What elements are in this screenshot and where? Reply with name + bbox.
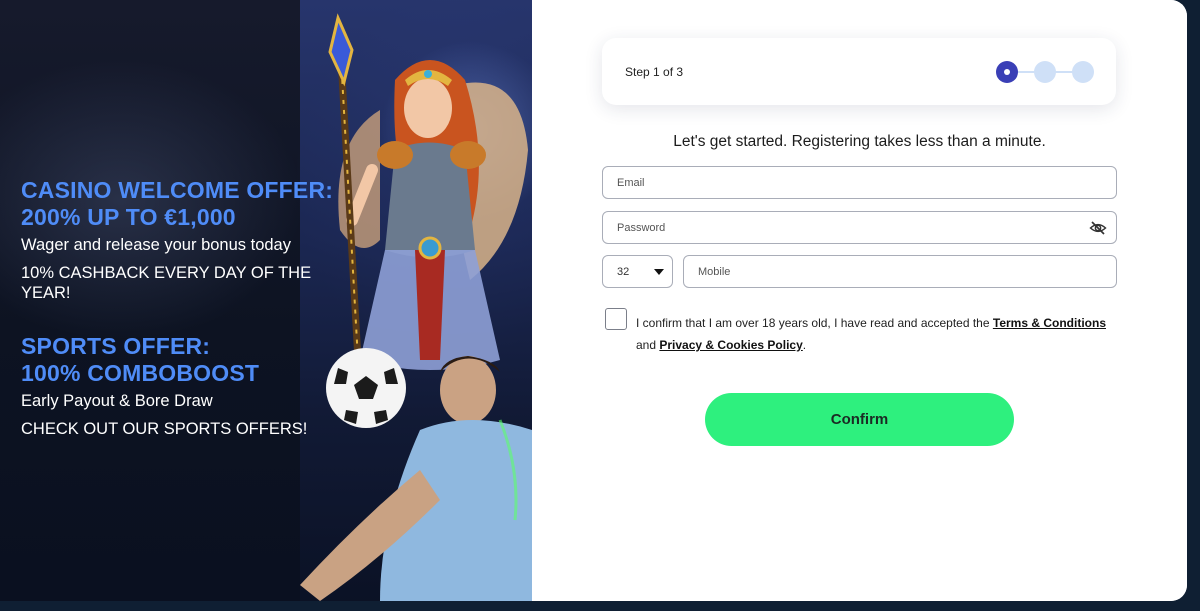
email-input[interactable] bbox=[603, 167, 1116, 198]
phone-prefix-value: 32 bbox=[617, 265, 630, 278]
sports-offer-title-line2: 100% COMBOBOOST bbox=[21, 360, 260, 386]
step-dot-2 bbox=[1034, 61, 1056, 83]
password-field bbox=[602, 211, 1117, 244]
sports-offer-line1: Early Payout & Bore Draw bbox=[21, 392, 213, 410]
casino-offer-title-line2: 200% UP TO €1,000 bbox=[21, 204, 236, 230]
consent-text: I confirm that I am over 18 years old, I… bbox=[636, 312, 1136, 356]
promo-text: CASINO WELCOME OFFER: 200% UP TO €1,000 … bbox=[21, 177, 351, 439]
step-dot-1 bbox=[996, 61, 1018, 83]
registration-modal: CASINO WELCOME OFFER: 200% UP TO €1,000 … bbox=[0, 0, 1187, 601]
promo-panel: CASINO WELCOME OFFER: 200% UP TO €1,000 … bbox=[0, 0, 532, 601]
eye-off-icon[interactable] bbox=[1088, 219, 1108, 237]
consent-text-2: and bbox=[636, 338, 657, 352]
intro-text: Let's get started. Registering takes les… bbox=[673, 133, 1046, 150]
terms-link[interactable]: Terms & Conditions bbox=[993, 316, 1106, 330]
casino-offer: CASINO WELCOME OFFER: 200% UP TO €1,000 … bbox=[21, 177, 351, 303]
registration-form: Step 1 of 3 Let's get started. Registeri… bbox=[532, 0, 1187, 601]
step-indicator-card: Step 1 of 3 bbox=[602, 38, 1116, 105]
privacy-link[interactable]: Privacy & Cookies Policy bbox=[659, 338, 802, 352]
mobile-field bbox=[683, 255, 1117, 288]
sports-offer: SPORTS OFFER: 100% COMBOBOOST Early Payo… bbox=[21, 333, 351, 439]
consent-text-3: . bbox=[802, 338, 807, 352]
casino-offer-line2: 10% CASHBACK EVERY DAY OF THE YEAR! bbox=[21, 264, 312, 302]
stepper bbox=[996, 60, 1094, 84]
casino-offer-line1: Wager and release your bonus today bbox=[21, 236, 291, 254]
consent-text-1: I confirm that I am over 18 years old, I… bbox=[636, 316, 990, 330]
confirm-button[interactable]: Confirm bbox=[705, 393, 1014, 446]
phone-prefix-select[interactable]: 32 bbox=[602, 255, 673, 288]
sports-offer-title-line1: SPORTS OFFER: bbox=[21, 333, 211, 359]
step-label: Step 1 of 3 bbox=[625, 65, 684, 79]
password-input[interactable] bbox=[603, 212, 1116, 243]
consent-checkbox[interactable] bbox=[605, 308, 627, 330]
mobile-input[interactable] bbox=[684, 256, 1116, 287]
email-field bbox=[602, 166, 1117, 199]
casino-offer-title-line1: CASINO WELCOME OFFER: bbox=[21, 177, 334, 203]
sports-offer-line2: CHECK OUT OUR SPORTS OFFERS! bbox=[21, 420, 308, 438]
step-dot-3 bbox=[1072, 61, 1094, 83]
chevron-down-icon bbox=[654, 269, 664, 275]
